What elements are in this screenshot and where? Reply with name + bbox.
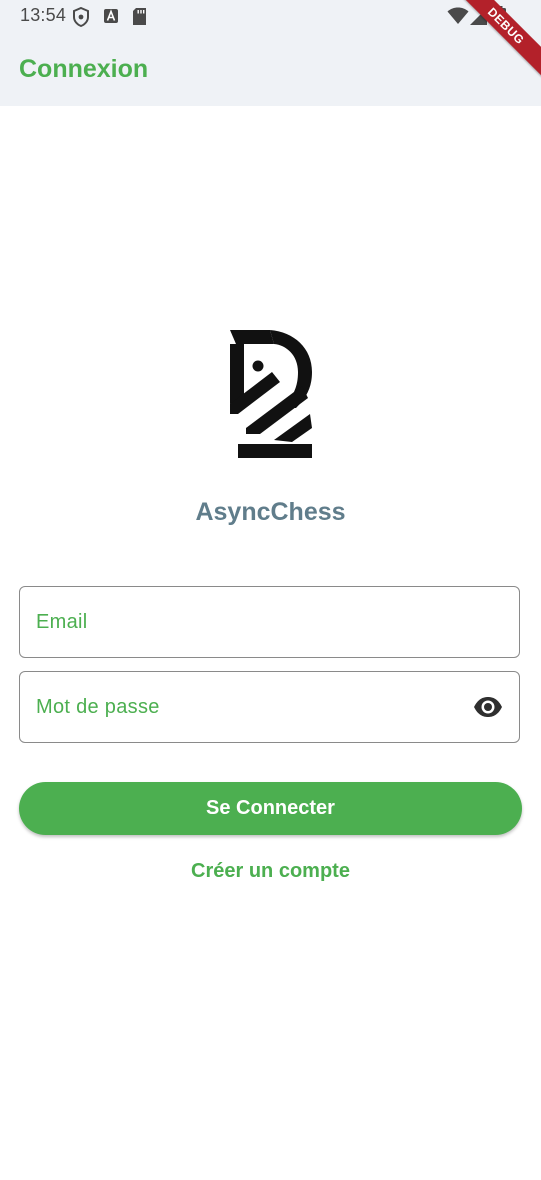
shield-icon bbox=[73, 7, 89, 27]
top-bar: 13:54 DEBUG Connexion bbox=[0, 0, 541, 106]
email-placeholder: Email bbox=[36, 611, 88, 633]
password-placeholder: Mot de passe bbox=[36, 696, 160, 718]
status-bar: 13:54 bbox=[0, 0, 541, 34]
knight-logo bbox=[230, 330, 312, 458]
password-field[interactable]: Mot de passe bbox=[19, 671, 520, 743]
app-name: AsyncChess bbox=[195, 498, 346, 526]
eye-icon[interactable] bbox=[473, 695, 503, 719]
create-account-link[interactable]: Créer un compte bbox=[0, 860, 541, 883]
a-badge-icon bbox=[104, 9, 118, 23]
sd-card-icon bbox=[133, 8, 146, 25]
app-bar-title: Connexion bbox=[19, 55, 149, 83]
email-field[interactable]: Email bbox=[19, 586, 520, 658]
login-button[interactable]: Se Connecter bbox=[19, 782, 522, 835]
status-time: 13:54 bbox=[20, 5, 67, 25]
wifi-icon bbox=[447, 7, 469, 24]
